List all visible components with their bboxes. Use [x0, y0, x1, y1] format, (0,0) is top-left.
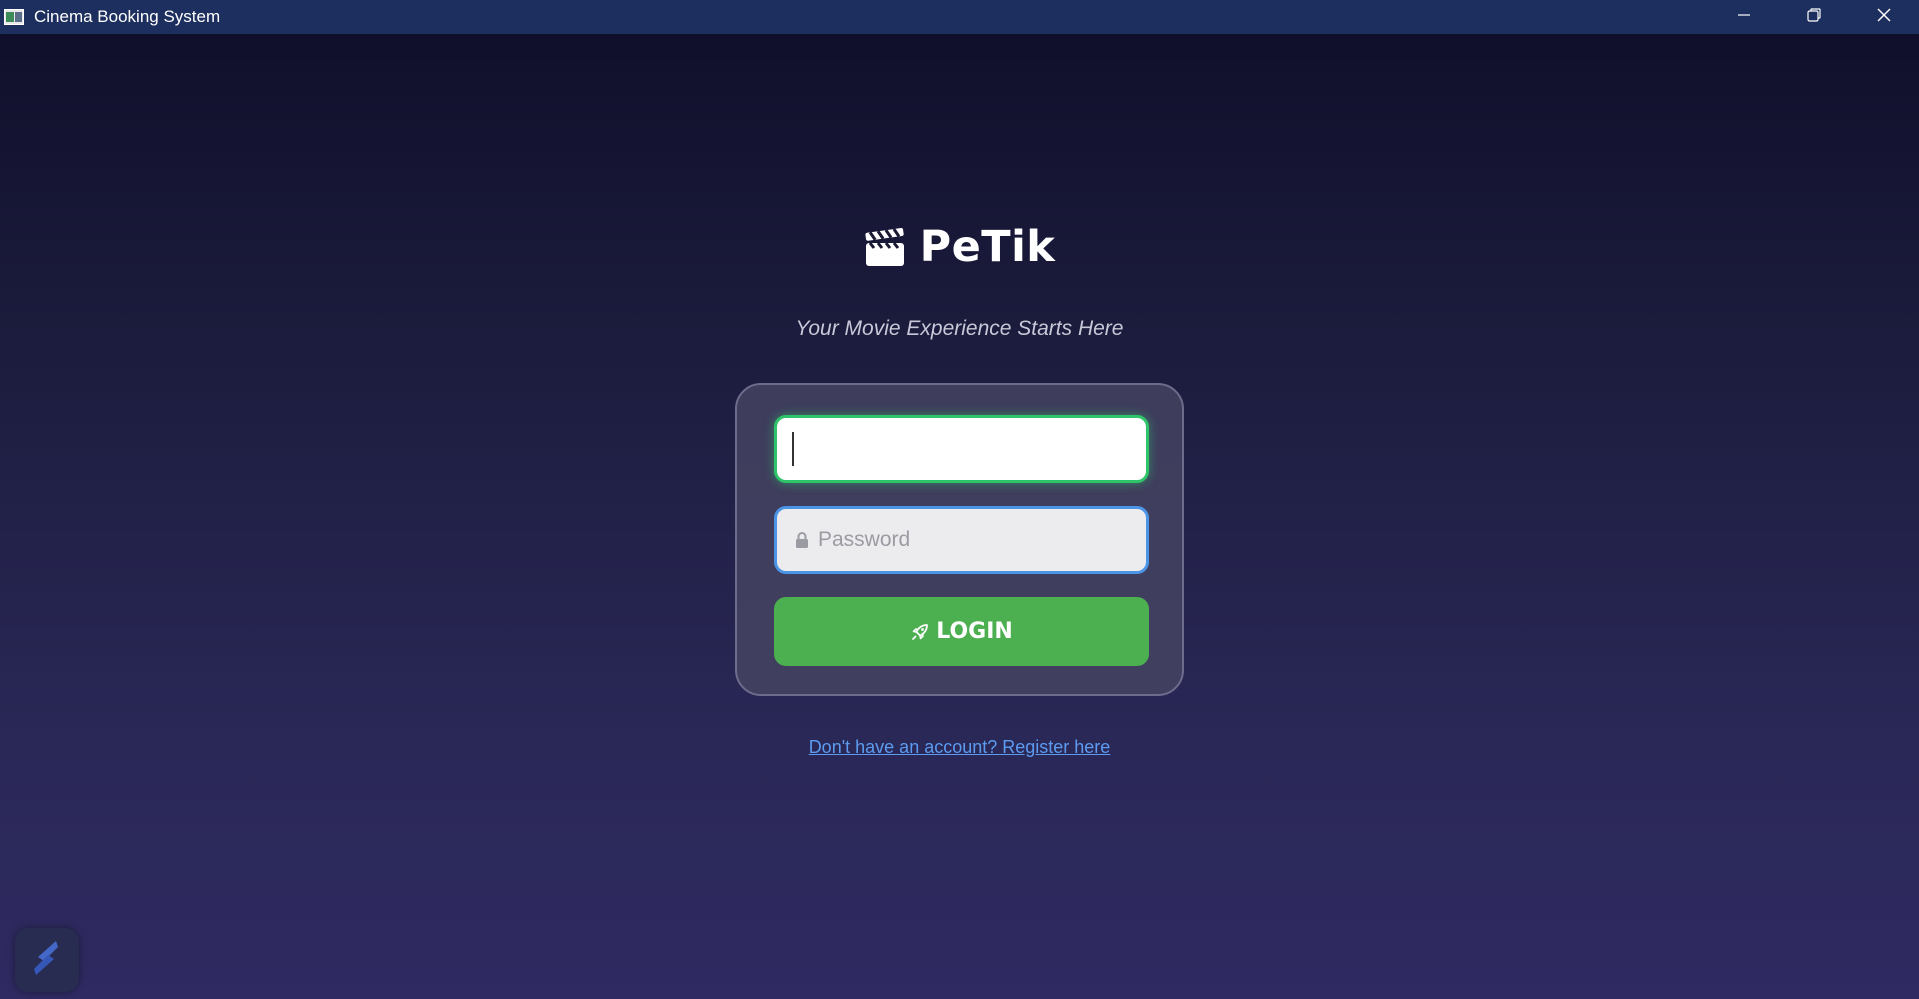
lock-icon — [795, 531, 809, 549]
title-bar: Cinema Booking System — [0, 0, 1919, 34]
logo: PeTik — [0, 222, 1919, 272]
window-title: Cinema Booking System — [34, 7, 221, 26]
username-input[interactable] — [774, 415, 1149, 483]
maximize-button[interactable] — [1779, 0, 1849, 34]
text-caret — [792, 432, 794, 466]
minimize-icon — [1736, 7, 1752, 28]
clapperboard-icon — [864, 226, 906, 268]
tagline: Your Movie Experience Starts Here — [795, 317, 1124, 340]
app-icon — [4, 9, 24, 25]
rocket-icon — [910, 622, 930, 642]
register-link[interactable]: Don't have an account? Register here — [0, 737, 1919, 758]
minimize-button[interactable] — [1709, 0, 1779, 34]
window-controls — [1709, 0, 1919, 34]
login-button[interactable]: LOGIN — [774, 597, 1149, 666]
app-name: PeTik — [919, 222, 1056, 272]
restore-icon — [1806, 7, 1822, 28]
close-button[interactable] — [1849, 0, 1919, 34]
login-button-label: LOGIN — [936, 619, 1013, 644]
stripe-logo-icon — [30, 938, 64, 983]
login-card: Password LOGIN — [735, 383, 1184, 696]
password-input[interactable]: Password — [774, 506, 1149, 574]
password-placeholder: Password — [818, 528, 911, 551]
app-window: Cinema Booking System PeTik Your Movie E… — [0, 0, 1919, 999]
floating-assistant-button[interactable] — [15, 928, 79, 992]
close-icon — [1876, 7, 1892, 28]
